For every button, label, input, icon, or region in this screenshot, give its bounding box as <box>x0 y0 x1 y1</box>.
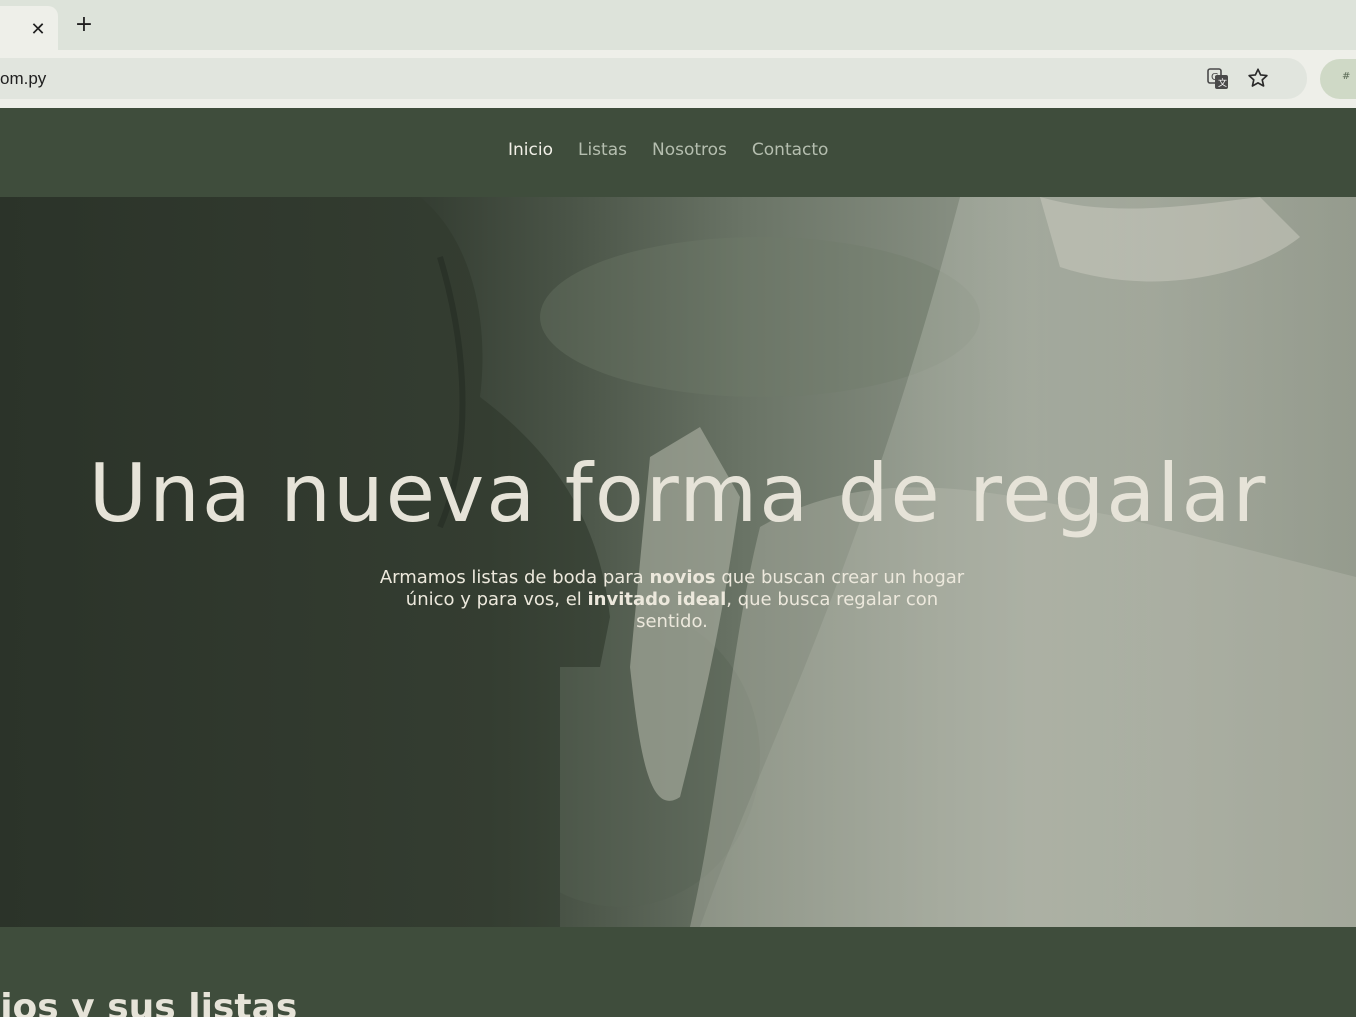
hero-subtitle: Armamos listas de boda para novios que b… <box>368 567 976 633</box>
hero-title: Una nueva forma de regalar <box>88 447 1268 540</box>
hero-subtitle-text: Armamos listas de boda para <box>379 567 650 588</box>
plus-icon[interactable]: + <box>72 12 96 37</box>
lists-section: ovios y sus listas <box>0 927 1356 1017</box>
url-text[interactable]: om.py <box>0 58 46 99</box>
translate-icon[interactable]: G 文 <box>1207 68 1229 90</box>
site-navbar: Inicio Listas Nosotros Contacto <box>0 108 1356 197</box>
nav-item-listas[interactable]: Listas <box>578 140 627 160</box>
svg-text:文: 文 <box>1218 77 1227 89</box>
browser-toolbar: om.py G 文 # <box>0 50 1356 108</box>
hero-subtitle-emphasis-novios: novios <box>649 567 716 588</box>
close-icon[interactable]: ✕ <box>28 19 48 40</box>
nav-item-contacto[interactable]: Contacto <box>752 140 829 160</box>
profile-icon: # <box>1342 71 1351 82</box>
nav-item-nosotros[interactable]: Nosotros <box>652 140 727 160</box>
browser-tab[interactable]: ✕ <box>0 6 58 50</box>
hero-photo <box>0 197 1356 927</box>
browser-tab-strip: ✕ + <box>0 0 1356 50</box>
profile-avatar[interactable]: # <box>1320 59 1356 99</box>
hero-section: Una nueva forma de regalar Armamos lista… <box>0 197 1356 927</box>
star-icon[interactable] <box>1247 67 1269 89</box>
hero-subtitle-emphasis-invitado: invitado ideal <box>587 589 727 610</box>
section-title: ovios y sus listas <box>0 987 298 1017</box>
address-bar[interactable]: om.py G 文 <box>0 58 1307 99</box>
nav-links: Inicio Listas Nosotros Contacto <box>508 140 828 160</box>
nav-item-inicio[interactable]: Inicio <box>508 140 553 160</box>
